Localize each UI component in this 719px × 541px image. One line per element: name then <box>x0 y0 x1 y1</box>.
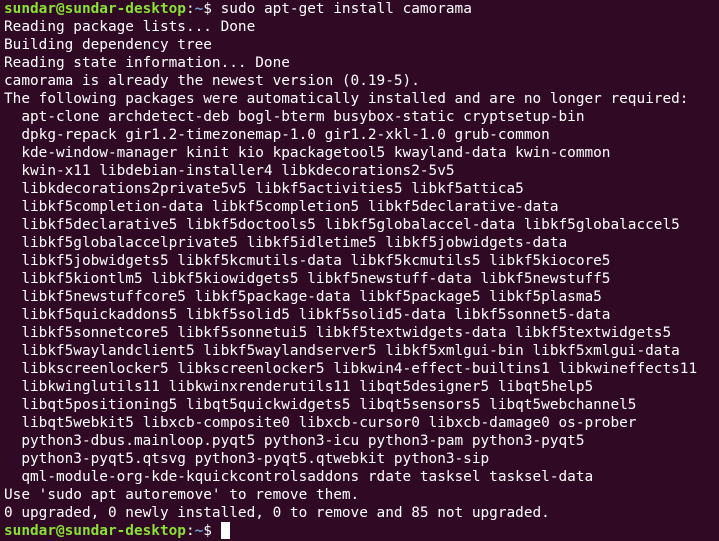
output-line: kwin-x11 libdebian-installer4 libkdecora… <box>4 163 455 179</box>
output-line: libkf5declarative5 libkf5doctools5 libkf… <box>4 217 680 233</box>
prompt-user: sundar@sundar-desktop <box>4 523 186 539</box>
output-line: Reading state information... Done <box>4 55 290 71</box>
output-line: dpkg-repack gir1.2-timezonemap-1.0 gir1.… <box>4 127 550 143</box>
output-line: libkscreenlocker5 libkscreenlocker5 libk… <box>4 361 698 377</box>
prompt-symbol: $ <box>203 523 221 539</box>
output-line: Building dependency tree <box>4 37 212 53</box>
output-line: libkf5completion-data libkf5completion5 … <box>4 199 559 215</box>
output-line: apt-clone archdetect-deb bogl-bterm busy… <box>4 109 585 125</box>
output-line: libkf5newstuffcore5 libkf5package-data l… <box>4 289 602 305</box>
prompt-symbol: $ <box>203 1 221 17</box>
output-line: libkf5quickaddons5 libkf5solid5 libkf5so… <box>4 307 611 323</box>
output-line: kde-window-manager kinit kio kpackagetoo… <box>4 145 611 161</box>
output-line: libkf5waylandclient5 libkf5waylandserver… <box>4 343 680 359</box>
text-cursor <box>220 522 230 539</box>
output-line: Reading package lists... Done <box>4 19 256 35</box>
prompt-separator: : <box>185 1 195 17</box>
prompt-user: sundar@sundar-desktop <box>4 1 186 17</box>
output-line: libkf5globalaccelprivate5 libkf5idletime… <box>4 235 568 251</box>
output-line: libqt5webkit5 libxcb-composite0 libxcb-c… <box>4 415 637 431</box>
active-prompt-line[interactable]: sundar@sundar-desktop:~$ <box>4 522 719 540</box>
terminal-output: Reading package lists... Done Building de… <box>4 18 719 522</box>
prompt-path: ~ <box>194 1 204 17</box>
output-line: python3-pyqt5.qtsvg python3-pyqt5.qtwebk… <box>4 451 490 467</box>
output-line: libkf5jobwidgets5 libkf5kcmutils-data li… <box>4 253 611 269</box>
output-line: The following packages were automaticall… <box>4 91 689 107</box>
output-line: libkf5sonnetcore5 libkf5sonnetui5 libkf5… <box>4 325 672 341</box>
command-text: sudo apt-get install camorama <box>220 1 472 17</box>
prompt-separator: : <box>185 523 195 539</box>
output-line: libkwinglutils11 libkwinxrenderutils11 l… <box>4 379 594 395</box>
output-line: 0 upgraded, 0 newly installed, 0 to remo… <box>4 505 550 521</box>
output-line: libkdecorations2private5v5 libkf5activit… <box>4 181 524 197</box>
output-line: camorama is already the newest version (… <box>4 73 420 89</box>
output-line: python3-dbus.mainloop.pyqt5 python3-icu … <box>4 433 585 449</box>
output-line: Use 'sudo apt autoremove' to remove them… <box>4 487 360 503</box>
output-line: libkf5kiontlm5 libkf5kiowidgets5 libkf5n… <box>4 271 611 287</box>
output-line: libqt5positioning5 libqt5quickwidgets5 l… <box>4 397 637 413</box>
output-line: qml-module-org-kde-kquickcontrolsaddons … <box>4 469 594 485</box>
prompt-path: ~ <box>194 523 204 539</box>
prompt-line: sundar@sundar-desktop:~$ sudo apt-get in… <box>4 0 719 18</box>
terminal-window[interactable]: sundar@sundar-desktop:~$ sudo apt-get in… <box>0 0 719 541</box>
